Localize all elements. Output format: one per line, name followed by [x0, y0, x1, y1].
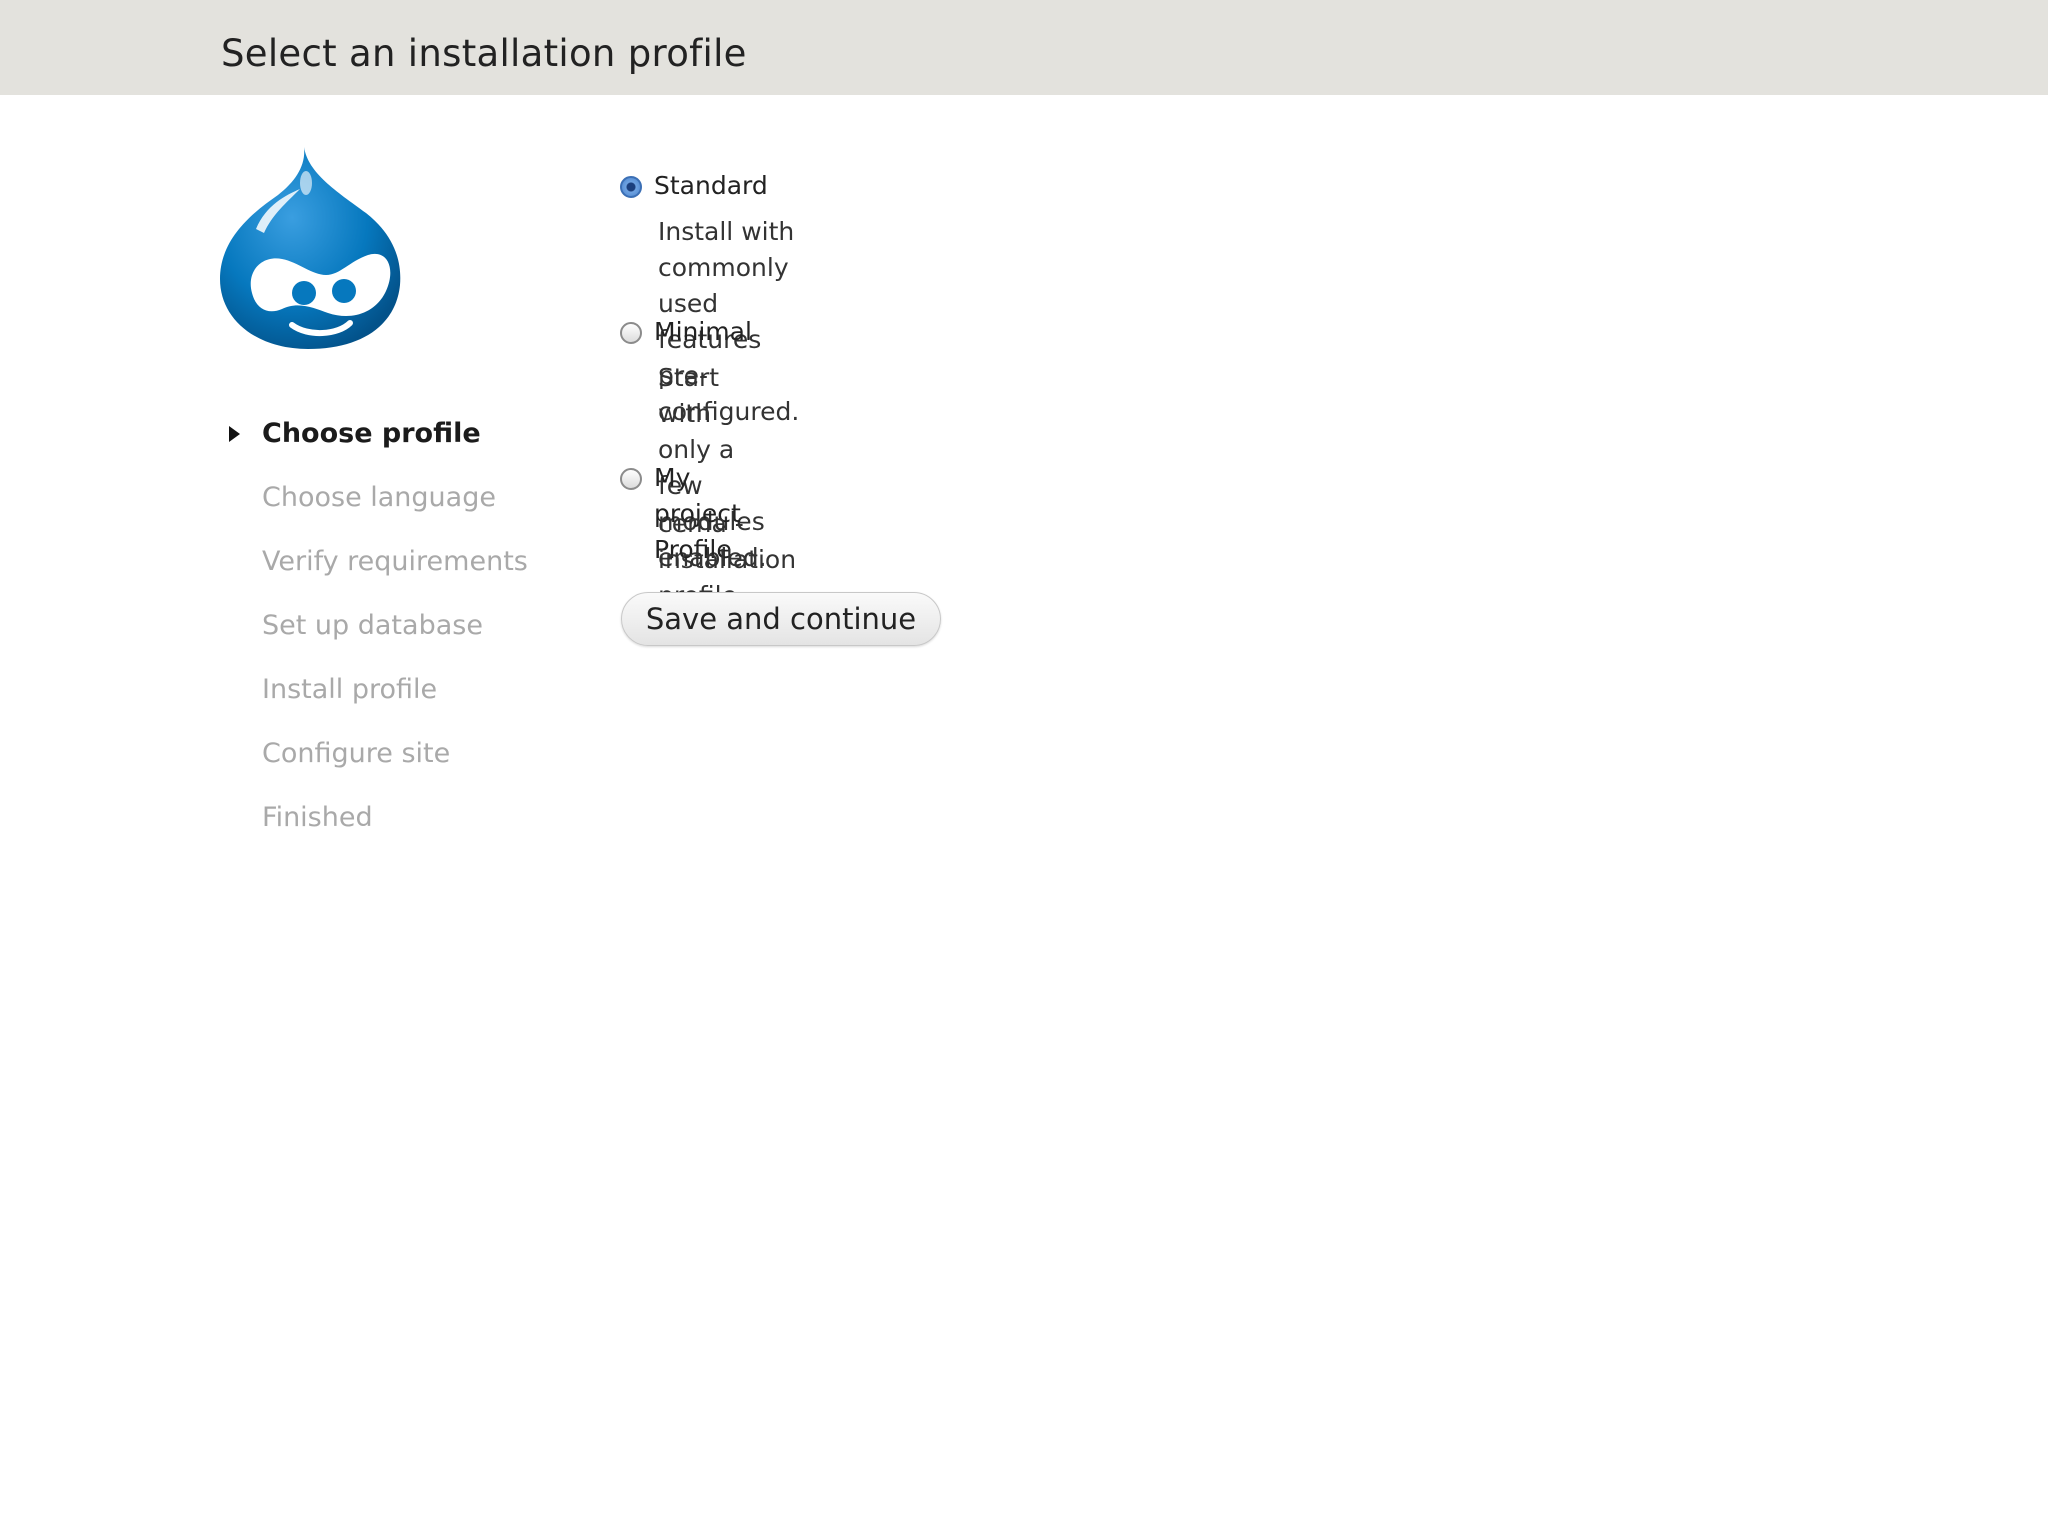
page-header: Select an installation profile [0, 0, 2048, 95]
step-set-up-database: Set up database [224, 602, 528, 666]
step-choose-profile: Choose profile [224, 410, 528, 474]
step-configure-site: Configure site [224, 730, 528, 794]
profile-label[interactable]: Minimal [654, 314, 752, 350]
step-label: Configure site [262, 738, 451, 769]
profile-radio-my-project[interactable] [620, 468, 642, 490]
profile-label[interactable]: Standard [654, 168, 768, 204]
step-choose-language: Choose language [224, 474, 528, 538]
current-step-arrow-icon [229, 426, 240, 442]
install-steps: Choose profile Choose language Verify re… [224, 410, 528, 858]
save-and-continue-button[interactable]: Save and continue [621, 592, 941, 646]
step-finished: Finished [224, 794, 528, 858]
step-verify-requirements: Verify requirements [224, 538, 528, 602]
step-label: Finished [262, 802, 373, 833]
step-label: Set up database [262, 610, 483, 641]
profile-radio-standard[interactable] [620, 176, 642, 198]
step-label: Verify requirements [262, 546, 528, 577]
step-label: Choose language [262, 482, 496, 513]
step-install-profile: Install profile [224, 666, 528, 730]
step-label: Choose profile [262, 418, 481, 449]
drupal-logo [216, 143, 406, 353]
drupal-drop-icon [220, 147, 401, 349]
page-title: Select an installation profile [221, 32, 747, 75]
profile-radio-minimal[interactable] [620, 322, 642, 344]
step-label: Install profile [262, 674, 438, 705]
